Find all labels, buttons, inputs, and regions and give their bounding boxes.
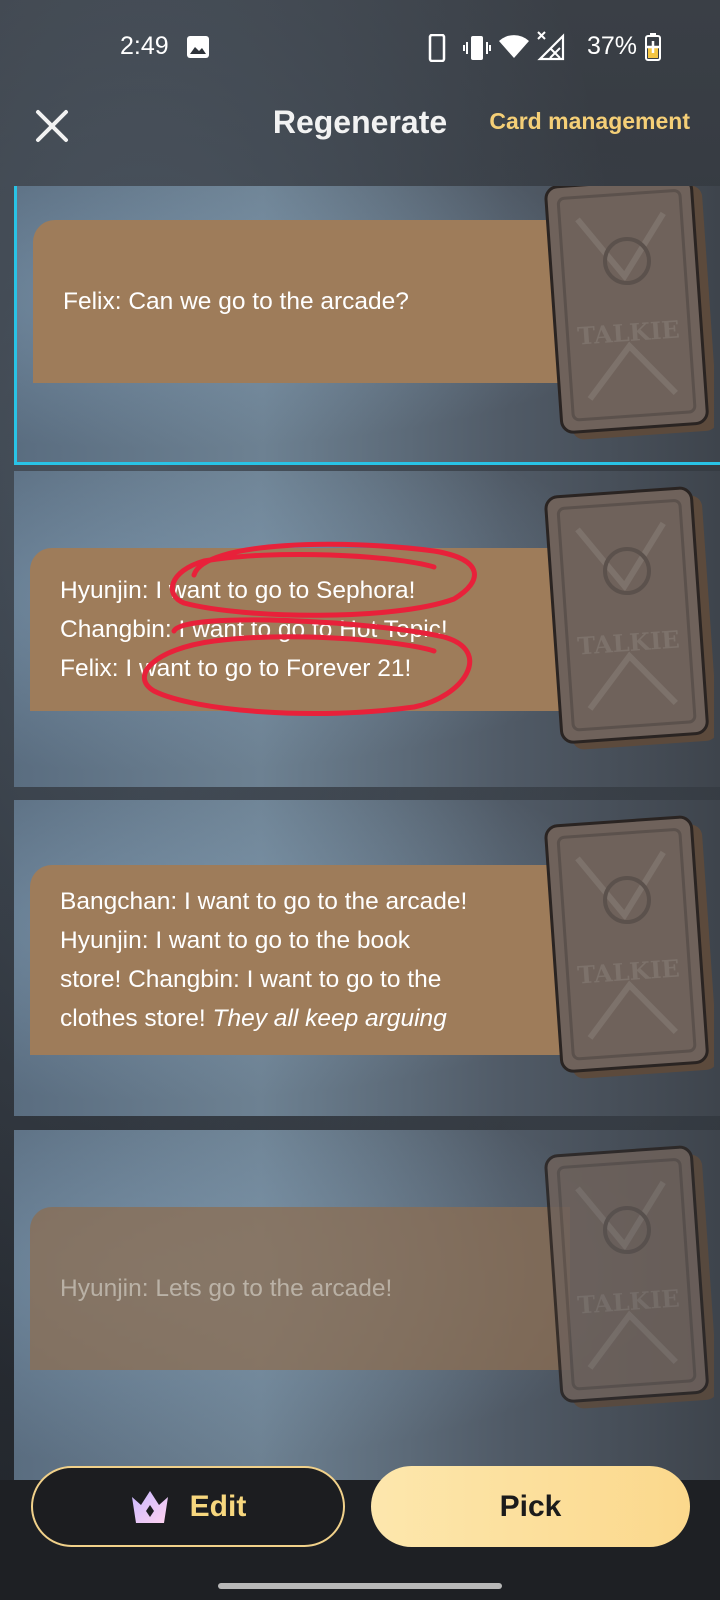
option-card-3[interactable]: Bangchan: I want to go to the arcade! Hy… — [14, 800, 720, 1116]
edit-button[interactable]: Edit — [31, 1466, 345, 1547]
message-line: Felix: I want to go to Forever 21! — [60, 655, 412, 682]
vibrate-icon — [463, 36, 491, 60]
edit-label: Edit — [189, 1489, 247, 1523]
message-bubble: Hyunjin: I want to go to Sephora! Changb… — [30, 548, 570, 711]
talkie-card-icon: TALKIE — [544, 186, 714, 440]
message-line: Felix: Can we go to the arcade? — [63, 288, 409, 315]
option-card-2[interactable]: Hyunjin: I want to go to Sephora! Changb… — [14, 471, 720, 787]
status-time: 2:49 — [120, 32, 169, 60]
message-text: Hyunjin: I want to go to Sephora! Changb… — [60, 571, 448, 688]
message-bubble: Hyunjin: Lets go to the arcade! — [30, 1207, 570, 1370]
message-line: store! Changbin: I want to go to the — [60, 966, 442, 993]
message-line: Bangchan: I want to go to the arcade! — [60, 888, 468, 915]
option-card-1[interactable]: Felix: Can we go to the arcade? TALKIE — [14, 186, 720, 465]
crown-icon — [131, 1490, 168, 1523]
home-indicator[interactable] — [218, 1583, 502, 1589]
message-text: Bangchan: I want to go to the arcade! Hy… — [60, 882, 467, 1038]
close-button[interactable] — [30, 104, 74, 148]
message-bubble: Felix: Can we go to the arcade? — [33, 220, 573, 383]
message-text: Hyunjin: Lets go to the arcade! — [60, 1269, 392, 1308]
phone-icon — [428, 34, 446, 62]
status-bar: 2:49 37% — [0, 0, 720, 96]
option-card-4[interactable]: Hyunjin: Lets go to the arcade! TALKIE — [14, 1130, 720, 1481]
pick-button[interactable]: Pick — [371, 1466, 690, 1547]
image-icon — [187, 36, 209, 58]
card-management-link[interactable]: Card management — [489, 108, 690, 135]
battery-percent: 37% — [587, 32, 638, 60]
wifi-icon — [499, 35, 529, 58]
talkie-card-icon: TALKIE — [544, 1145, 714, 1409]
no-signal-icon — [537, 31, 565, 61]
message-line: Changbin: I want to go to Hot Topic! — [60, 616, 448, 643]
close-icon — [36, 110, 68, 142]
regenerate-options-list[interactable]: Felix: Can we go to the arcade? TALKIE H… — [14, 186, 720, 1481]
message-line: Hyunjin: I want to go to Sephora! — [60, 577, 416, 604]
talkie-card-icon: TALKIE — [544, 486, 714, 750]
message-line: clothes store! They all keep arguing — [60, 1005, 447, 1032]
message-line: Hyunjin: I want to go to the book — [60, 927, 411, 954]
message-bubble: Bangchan: I want to go to the arcade! Hy… — [30, 865, 570, 1055]
message-line: Hyunjin: Lets go to the arcade! — [60, 1275, 393, 1302]
message-text: Felix: Can we go to the arcade? — [63, 282, 409, 321]
narration-text: They all keep arguing — [212, 1005, 447, 1032]
battery-icon — [645, 33, 661, 61]
pick-label: Pick — [499, 1489, 562, 1523]
talkie-card-icon: TALKIE — [544, 815, 714, 1079]
